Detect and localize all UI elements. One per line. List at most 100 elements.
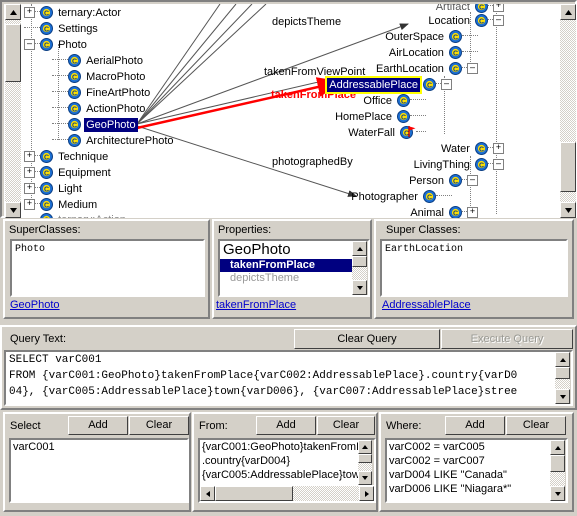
execute-query-button[interactable]: Execute Query [441, 329, 573, 349]
tree-node-GeoPhoto[interactable]: C GeoPhoto [52, 117, 138, 133]
list-item[interactable]: Photo [12, 243, 203, 256]
from-add-button[interactable]: Add [256, 416, 316, 435]
list-item[interactable]: varD004 LIKE "Canada" [387, 468, 566, 482]
list-item[interactable]: varC002 = varC007 [387, 454, 566, 468]
superclasses-left-link[interactable]: GeoPhoto [10, 299, 60, 311]
scrollbar-thumb[interactable] [560, 142, 576, 192]
tree-node-WaterFall[interactable]: WaterFall C [346, 125, 426, 141]
expander-plus-icon[interactable]: + [24, 198, 35, 210]
scroll-down-arrow-icon[interactable] [560, 202, 576, 218]
list-item[interactable]: varC002 = varC005 [387, 440, 566, 454]
tree-node-Equipment[interactable]: + C Equipment [24, 165, 113, 181]
expander-plus-icon[interactable]: + [24, 166, 35, 178]
tree-node-Office[interactable]: Office C [361, 93, 426, 109]
expander-minus-icon[interactable]: – [493, 14, 504, 26]
tree-node-ternaryAction[interactable]: C ternary:Action [24, 212, 128, 218]
scroll-up-arrow-icon[interactable] [555, 352, 570, 367]
expander-plus-icon[interactable]: + [24, 150, 35, 162]
scrollbar-thumb[interactable] [5, 24, 21, 82]
list-item[interactable]: varD006 LIKE "Niagara*" [387, 482, 566, 496]
tree-node-Medium[interactable]: + C Medium [24, 197, 99, 213]
tree-node-AddressablePlace[interactable]: AddressablePlace C – [325, 76, 452, 95]
scrollbar-thumb[interactable] [550, 455, 565, 472]
tree-node-AirLocation[interactable]: AirLocation C [387, 45, 478, 61]
tree-node-ArchitecturePhoto[interactable]: C ArchitecturePhoto [52, 133, 176, 149]
expander-minus-icon[interactable]: – [441, 78, 452, 90]
scroll-down-arrow-icon[interactable] [352, 280, 367, 295]
tree-node-Photographer[interactable]: Photographer C [349, 189, 452, 205]
expander-plus-icon[interactable]: + [24, 182, 35, 194]
list-item[interactable]: EarthLocation [382, 243, 566, 256]
expander-plus-icon[interactable]: + [493, 142, 504, 154]
tree-node-Animal[interactable]: Animal C + [408, 205, 478, 218]
scroll-up-arrow-icon[interactable] [550, 440, 565, 455]
tree-node-FineArtPhoto[interactable]: C FineArtPhoto [52, 85, 152, 101]
tree-node-MacroPhoto[interactable]: C MacroPhoto [52, 69, 147, 85]
scroll-up-arrow-icon[interactable] [560, 4, 576, 20]
scroll-down-arrow-icon[interactable] [5, 202, 21, 218]
query-text-area[interactable]: SELECT varC001 FROM {varC001:GeoPhoto}ta… [4, 350, 573, 406]
right-tree-vertical-scrollbar[interactable] [560, 4, 576, 218]
tree-node-Person[interactable]: Person C – [407, 173, 478, 189]
expander-plus-icon[interactable]: + [24, 6, 35, 18]
list-item[interactable]: {varC005:AddressablePlace}town [200, 468, 374, 482]
scroll-down-arrow-icon[interactable] [555, 389, 570, 404]
tree-node-AerialPhoto[interactable]: C AerialPhoto [52, 53, 145, 69]
scroll-up-arrow-icon[interactable] [358, 440, 372, 454]
expander-minus-icon[interactable]: – [467, 174, 478, 186]
scroll-left-arrow-icon[interactable] [200, 486, 215, 501]
clear-query-button[interactable]: Clear Query [294, 329, 440, 349]
tree-node-ternaryActor[interactable]: + C ternary:Actor [24, 5, 123, 21]
scroll-right-arrow-icon[interactable] [359, 486, 374, 501]
scroll-up-arrow-icon[interactable] [5, 4, 21, 20]
select-clear-button[interactable]: Clear [129, 416, 189, 435]
tree-node-Water[interactable]: Water C + [439, 141, 504, 157]
list-item-header[interactable]: GeoPhoto [220, 241, 368, 259]
list-item[interactable]: .country{varD004} [200, 454, 374, 468]
from-horizontal-scrollbar[interactable] [200, 486, 374, 501]
scrollbar-thumb[interactable] [358, 454, 372, 463]
list-item-selected[interactable]: takenFromPlace [220, 259, 368, 272]
list-item[interactable]: {varC001:GeoPhoto}takenFromPl [200, 440, 374, 454]
expander-minus-icon[interactable]: – [24, 38, 35, 50]
class-graph-canvas-area[interactable]: depictsTheme takenFromViewPoint takenFro… [4, 4, 577, 218]
expander-minus-icon[interactable]: – [493, 158, 504, 170]
expander-minus-icon[interactable]: – [467, 62, 478, 74]
scrollbar-thumb[interactable] [555, 367, 570, 379]
query-vertical-scrollbar[interactable] [555, 352, 571, 404]
where-list[interactable]: varC002 = varC005 varC002 = varC007 varD… [385, 438, 568, 503]
scroll-up-arrow-icon[interactable] [352, 241, 367, 256]
superclasses-right-link[interactable]: AddressablePlace [382, 299, 471, 311]
list-item[interactable]: depictsTheme [220, 272, 368, 285]
where-vertical-scrollbar[interactable] [550, 440, 566, 501]
tree-node-EarthLocation[interactable]: EarthLocation C – [374, 61, 478, 77]
list-item[interactable]: varC001 [11, 440, 187, 454]
where-add-button[interactable]: Add [445, 416, 505, 435]
superclasses-left-list[interactable]: Photo [10, 239, 205, 297]
scroll-down-arrow-icon[interactable] [358, 471, 372, 485]
scrollbar-thumb[interactable] [352, 256, 367, 267]
tree-node-Location[interactable]: Location C – [426, 13, 504, 29]
scrollbar-thumb[interactable] [215, 486, 293, 501]
tree-node-LivingThing[interactable]: LivingThing C – [412, 157, 504, 173]
left-tree-vertical-scrollbar[interactable] [5, 4, 21, 218]
tree-node-Light[interactable]: + C Light [24, 181, 84, 197]
properties-vertical-scrollbar[interactable] [352, 241, 368, 295]
where-clear-button[interactable]: Clear [506, 416, 566, 435]
tree-node-HomePlace[interactable]: HomePlace C [333, 109, 426, 125]
from-vertical-scrollbar[interactable] [358, 440, 374, 485]
tree-node-Photo[interactable]: – C Photo [24, 37, 89, 53]
tree-node-Settings[interactable]: C Settings [24, 21, 100, 37]
from-clear-button[interactable]: Clear [317, 416, 375, 435]
from-list[interactable]: {varC001:GeoPhoto}takenFromPl .country{v… [198, 438, 376, 503]
properties-link[interactable]: takenFromPlace [216, 299, 296, 311]
expander-plus-icon[interactable]: + [493, 4, 504, 12]
properties-list[interactable]: GeoPhoto takenFromPlace depictsTheme [218, 239, 370, 297]
superclasses-right-list[interactable]: EarthLocation [380, 239, 568, 297]
select-list[interactable]: varC001 [9, 438, 189, 503]
tree-node-Technique[interactable]: + C Technique [24, 149, 110, 165]
expander-plus-icon[interactable]: + [467, 206, 478, 218]
tree-node-ActionPhoto[interactable]: C ActionPhoto [52, 101, 147, 117]
scroll-down-arrow-icon[interactable] [550, 486, 565, 501]
select-add-button[interactable]: Add [68, 416, 128, 435]
